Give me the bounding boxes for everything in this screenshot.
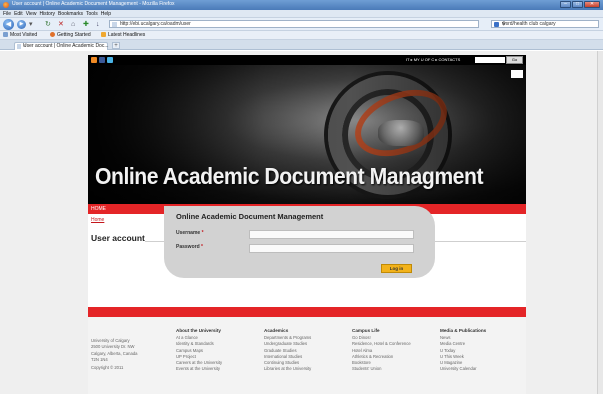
- twitter-icon[interactable]: [107, 57, 113, 63]
- password-label-text: Password: [176, 244, 200, 250]
- tab-user-account[interactable]: User account | Online Academic Doc... ×: [14, 42, 109, 50]
- footer-column-title: Academics: [264, 328, 289, 333]
- footer-red-band: [88, 307, 526, 317]
- login-panel: Online Academic Document Management User…: [164, 206, 435, 278]
- menu-edit[interactable]: Edit: [14, 10, 23, 18]
- address-line: T2N 1N4: [91, 356, 108, 362]
- maximize-button[interactable]: □: [572, 1, 583, 8]
- utility-links[interactable]: IT ▸ MY U OF C ▸ CONTACTS: [406, 57, 460, 63]
- firefox-bookmark-icon: [50, 32, 55, 37]
- footer-link[interactable]: Students' Union: [352, 366, 411, 372]
- dropdown-icon[interactable]: ▾: [29, 21, 33, 28]
- search-bar[interactable]: wsrd/health club calgary ⚲: [491, 20, 599, 28]
- footer-column-academics: Academics Departments & Programs Undergr…: [264, 328, 311, 373]
- menu-bookmarks[interactable]: Bookmarks: [58, 10, 83, 18]
- footer-link[interactable]: Events at the University: [176, 366, 222, 372]
- banner-corner-box: [511, 70, 523, 78]
- footer-link[interactable]: Residence, Hotel & Conference: [352, 341, 411, 347]
- download-icon[interactable]: ↓: [96, 21, 100, 28]
- google-icon[interactable]: [494, 22, 499, 27]
- nav-home[interactable]: HOME: [91, 204, 106, 214]
- navigation-toolbar: ◀ ▶ ▾ ↻ ✕ ⌂ ✚ ↓ http://ebi.ucalgary.ca/o…: [0, 18, 603, 31]
- footer-column-media: Media & Publications News Media Centre U…: [440, 328, 486, 373]
- addon-icon[interactable]: ✚: [83, 21, 89, 28]
- login-button[interactable]: Log in: [381, 264, 412, 273]
- footer-column-title: Campus Life: [352, 328, 380, 333]
- breadcrumb-home[interactable]: Home: [91, 217, 104, 223]
- footer-column-campus-life: Campus Life Go Dinos! Residence, Hotel &…: [352, 328, 411, 373]
- home-icon[interactable]: ⌂: [71, 21, 75, 28]
- footer-link[interactable]: University Calendar: [440, 366, 486, 372]
- footer-column-title: Media & Publications: [440, 328, 487, 333]
- firefox-icon: [3, 2, 9, 8]
- bookmark-most-visited[interactable]: Most Visited: [3, 31, 37, 40]
- site-search-input[interactable]: [475, 57, 505, 63]
- forward-icon[interactable]: ▶: [17, 20, 26, 29]
- menu-history[interactable]: History: [39, 10, 55, 18]
- bookmark-star-icon[interactable]: ☆: [120, 21, 475, 28]
- rss-feed-icon[interactable]: [91, 57, 97, 63]
- window-titlebar: User account | Online Academic Document …: [0, 0, 603, 10]
- username-field[interactable]: [249, 230, 414, 239]
- tab-strip: User account | Online Academic Doc... × …: [0, 40, 603, 50]
- required-marker: *: [201, 244, 203, 250]
- close-tab-icon[interactable]: ×: [23, 43, 105, 50]
- menu-view[interactable]: View: [26, 10, 37, 18]
- window-title: User account | Online Academic Document …: [12, 1, 175, 7]
- password-label: Password *: [176, 244, 203, 250]
- tab-favicon-icon: [17, 44, 21, 49]
- top-utility-bar: IT ▸ MY U OF C ▸ CONTACTS Go: [88, 55, 526, 65]
- minimize-button[interactable]: –: [560, 1, 571, 8]
- site-footer: University of Calgary 2500 University Dr…: [88, 317, 526, 394]
- address-block: University of Calgary 2500 University Dr…: [91, 338, 137, 363]
- login-heading: Online Academic Document Management: [176, 212, 324, 221]
- copyright: Copyright © 2011: [91, 365, 124, 370]
- bookmarks-toolbar: Most Visited Getting Started Latest Head…: [0, 31, 603, 40]
- vertical-scrollbar[interactable]: [597, 51, 603, 394]
- footer-link[interactable]: Undergraduate Studies: [264, 341, 311, 347]
- bookmark-folder-icon: [3, 32, 8, 37]
- address-line: Calgary, Alberta, Canada: [91, 350, 138, 356]
- page-title: User account: [91, 233, 145, 243]
- username-label-text: Username: [176, 230, 201, 236]
- rss-icon: [101, 32, 106, 37]
- menu-bar: File Edit View History Bookmarks Tools H…: [0, 10, 603, 18]
- address-bar[interactable]: http://ebi.ucalgary.ca/oadm/user ☆: [109, 20, 479, 28]
- menu-file[interactable]: File: [3, 10, 11, 18]
- site-search-go-button[interactable]: Go: [506, 56, 523, 64]
- search-icon[interactable]: ⚲: [502, 21, 596, 28]
- footer-column-title: About the University: [176, 328, 221, 333]
- site-title: Online Academic Document Managment: [95, 163, 484, 189]
- back-icon[interactable]: ◀: [3, 19, 14, 30]
- site-favicon-icon: [112, 22, 117, 27]
- new-tab-button[interactable]: +: [112, 42, 120, 49]
- site-page: IT ▸ MY U OF C ▸ CONTACTS Go Online Acad…: [88, 55, 526, 394]
- required-marker: *: [201, 230, 204, 236]
- bookmark-latest-headlines[interactable]: Latest Headlines: [101, 31, 145, 40]
- facebook-icon[interactable]: [99, 57, 105, 63]
- footer-column-about: About the University At a Glance Identit…: [176, 328, 222, 373]
- menu-help[interactable]: Help: [101, 10, 111, 18]
- reload-icon[interactable]: ↻: [45, 21, 51, 28]
- password-field[interactable]: [249, 244, 414, 253]
- footer-link[interactable]: Libraries at the University: [264, 366, 311, 372]
- close-window-button[interactable]: ✕: [584, 1, 600, 8]
- bookmark-getting-started[interactable]: Getting Started: [50, 31, 91, 40]
- bookmark-label: Getting Started: [57, 32, 91, 38]
- header-banner: Online Academic Document Managment: [88, 65, 526, 204]
- stop-icon[interactable]: ✕: [58, 21, 64, 28]
- bookmark-label: Most Visited: [10, 32, 38, 38]
- menu-tools[interactable]: Tools: [86, 10, 98, 18]
- username-label: Username *: [176, 230, 204, 236]
- address-line: 2500 University Dr. NW: [91, 344, 135, 350]
- bookmark-label: Latest Headlines: [108, 32, 146, 38]
